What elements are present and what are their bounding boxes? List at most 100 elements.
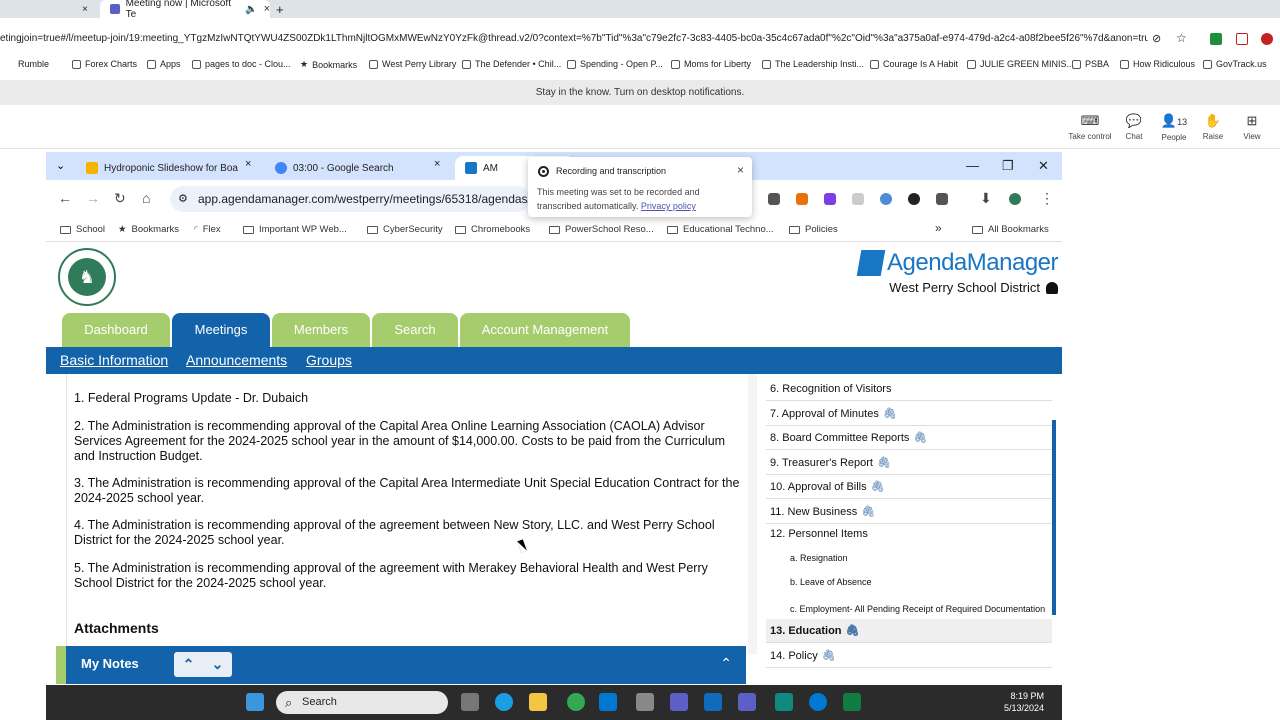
bookmark-item[interactable]: The Defender • Chil... [462,59,561,69]
menu-icon[interactable]: ⋮ [1040,190,1054,207]
bookmark-item[interactable]: CyberSecurity [367,224,443,235]
close-window-button[interactable]: ✕ [1038,158,1049,174]
bookmark-item[interactable]: ★ Bookmarks [300,59,357,70]
bookmark-item[interactable]: Courage Is A Habit [870,59,958,69]
bookmark-item[interactable]: Chromebooks [455,224,530,235]
close-icon[interactable]: × [737,163,744,177]
tab-close-icon[interactable]: × [245,158,251,170]
tab-hydroponic[interactable]: Hydroponic Slideshow for Boa [76,156,256,180]
download-icon[interactable]: ⬇ [980,190,992,207]
bookmarks-overflow-icon[interactable]: » [935,221,942,235]
bookmark-item[interactable]: JULIE GREEN MINIS... [967,59,1074,69]
taskbar-clock[interactable]: 8:19 PM 5/13/2024 [1004,690,1044,714]
bookmark-item[interactable]: Policies [789,224,838,235]
bookmark-item[interactable]: Forex Charts [72,59,137,69]
back-icon[interactable]: ← [58,190,72,206]
tab-dashboard[interactable]: Dashboard [62,313,170,347]
forward-icon[interactable]: → [86,190,100,206]
sidebar-scrollbar[interactable] [1052,420,1056,615]
bookmark-item[interactable]: pages to doc - Clou... [192,59,291,69]
sidebar-item-treasurers-report[interactable]: 9. Treasurer's Report 🖇 [766,451,1052,475]
extension-icon[interactable] [1236,33,1248,45]
bookmark-item[interactable]: PowerSchool Reso... [549,224,654,235]
sidebar-subitem-leave-of-absence[interactable]: b. Leave of Absence [766,570,1052,594]
inner-address-bar[interactable]: ⚙ app.agendamanager.com/westperry/meetin… [170,186,530,212]
link-groups[interactable]: Groups [306,352,352,368]
sidebar-item-personnel-items[interactable]: 12. Personnel Items [766,522,1052,546]
sidebar-item-new-business[interactable]: 11. New Business 🖇 [766,500,1052,524]
bookmark-item[interactable]: Educational Techno... [667,224,774,235]
take-control-button[interactable]: ⌨ Take control [1068,113,1112,141]
edge-icon[interactable] [495,693,513,711]
bookmark-item[interactable]: PSBA [1072,59,1109,69]
chat-button[interactable]: 💬 Chat [1112,113,1156,141]
outer-address-bar[interactable]: etingjoin=true#/l/meetup-join/19:meeting… [0,30,1280,48]
app-icon[interactable] [775,693,793,711]
file-explorer-icon[interactable] [529,693,547,711]
raise-hand-button[interactable]: ✋ Raise [1191,113,1235,141]
bookmark-item[interactable]: Apps [147,59,181,69]
expand-notes-icon[interactable]: ⌃ [720,655,732,672]
tab-members[interactable]: Members [272,313,370,347]
sidebar-item-policy[interactable]: 14. Policy 🖇 [766,644,1052,668]
sidebar-item-education[interactable]: 13. Education 🖇 [766,619,1052,643]
outer-url[interactable]: etingjoin=true#/l/meetup-join/19:meeting… [0,33,1148,44]
outlook-icon[interactable] [599,693,617,711]
sidebar-item-approval-of-minutes[interactable]: 7. Approval of Minutes 🖇 [766,402,1052,426]
link-basic-information[interactable]: Basic Information [60,352,168,368]
app-icon[interactable] [670,693,688,711]
tab-close-icon[interactable]: × [264,3,270,15]
task-view-icon[interactable] [461,693,479,711]
extension-icon[interactable] [796,193,808,205]
chrome-icon[interactable] [567,693,585,711]
agendamanager-logo[interactable]: AgendaManager [856,249,1058,277]
bookmark-item[interactable]: GovTrack.us [1203,59,1267,69]
view-button[interactable]: ⊞ View [1230,113,1274,141]
bookmark-item[interactable]: Spending - Open P... [567,59,663,69]
profile-icon[interactable] [1009,193,1021,205]
extension-icon[interactable] [1210,33,1222,45]
bookmark-item[interactable]: How Ridiculous [1120,59,1195,69]
eye-off-icon[interactable]: ⊘ [1152,32,1161,45]
app-icon[interactable] [636,693,654,711]
my-notes-bar[interactable]: My Notes ⌃ ⌄ ⌃ [56,646,746,684]
reload-icon[interactable]: ↻ [114,190,126,207]
extension-icon[interactable] [824,193,836,205]
bookmark-item[interactable]: The Leadership Insti... [762,59,864,69]
people-button[interactable]: 👤13 People [1152,113,1196,142]
restore-button[interactable]: ❐ [1002,158,1014,174]
speaker-icon[interactable]: 🔈 [245,4,257,15]
tab-account-management[interactable]: Account Management [460,313,630,347]
tab-search[interactable]: Search [372,313,458,347]
start-icon[interactable] [246,693,264,711]
chevron-up-icon[interactable]: ⌃ [183,656,195,673]
tab-google-search[interactable]: 03:00 - Google Search [265,156,445,180]
excel-icon[interactable] [843,693,861,711]
new-tab-button[interactable]: + [276,0,284,18]
extension-icon[interactable] [1261,33,1273,45]
outlook-icon[interactable] [704,693,722,711]
extension-icon[interactable] [908,193,920,205]
user-icon[interactable] [1046,281,1058,294]
sidebar-subitem-employment[interactable]: c. Employment- All Pending Receipt of Re… [766,597,1052,621]
bookmark-item[interactable]: Important WP Web... [243,224,347,235]
puzzle-icon[interactable] [936,193,948,205]
sidebar-subitem-resignation[interactable]: a. Resignation [766,546,1052,570]
minimize-button[interactable]: — [966,158,979,173]
teams-icon[interactable] [738,693,756,711]
tab-close-icon[interactable]: × [434,158,440,170]
extension-icon[interactable] [768,193,780,205]
bookmark-item[interactable]: School [60,224,105,235]
privacy-policy-link[interactable]: Privacy policy [641,201,696,211]
link-announcements[interactable]: Announcements [186,352,287,368]
star-icon[interactable]: ☆ [1176,31,1187,45]
sidebar-item-approval-of-bills[interactable]: 10. Approval of Bills 🖇 [766,475,1052,499]
extension-icon[interactable] [880,193,892,205]
tab-close-icon[interactable]: × [82,0,88,18]
bookmark-item[interactable]: Moms for Liberty [671,59,751,69]
home-icon[interactable]: ⌂ [142,190,150,206]
chevron-down-icon[interactable]: ⌄ [212,656,224,673]
bookmark-item[interactable]: Rumble [18,59,49,69]
tab-meetings[interactable]: Meetings [172,313,270,347]
bookmark-item[interactable]: ◜ Flex [194,224,221,235]
